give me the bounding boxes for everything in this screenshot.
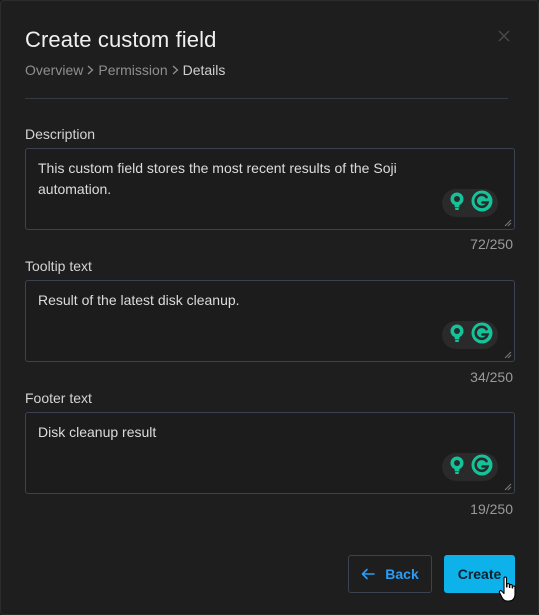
hand-pointer-icon [498, 576, 516, 602]
breadcrumb-item-overview[interactable]: Overview [25, 62, 83, 78]
footer-text-label: Footer text [25, 390, 92, 406]
tooltip-text-value[interactable]: Result of the latest disk cleanup. [38, 290, 442, 311]
tooltip-text-label: Tooltip text [25, 258, 92, 274]
grammarly-icon[interactable] [471, 322, 493, 349]
lightbulb-icon[interactable] [448, 191, 466, 216]
resize-handle-icon[interactable] [504, 483, 512, 491]
breadcrumb-item-details: Details [182, 62, 226, 78]
back-button[interactable]: Back [348, 555, 432, 593]
grammarly-icon[interactable] [471, 190, 493, 217]
grammarly-icon[interactable] [471, 454, 493, 481]
grammar-assistant-widget[interactable] [442, 453, 498, 481]
breadcrumb-item-permission[interactable]: Permission [98, 62, 167, 78]
footer-text-textarea[interactable]: Disk cleanup result [25, 412, 515, 494]
description-value[interactable]: This custom field stores the most recent… [38, 158, 442, 200]
description-char-counter: 72/250 [470, 236, 513, 252]
description-label: Description [25, 126, 96, 142]
resize-handle-icon[interactable] [504, 219, 512, 227]
tooltip-text-char-counter: 34/250 [470, 369, 513, 385]
grammar-assistant-widget[interactable] [442, 189, 498, 217]
chevron-right-icon [87, 63, 94, 78]
back-button-label: Back [385, 566, 419, 582]
create-button-label: Create [457, 566, 502, 582]
grammar-assistant-widget[interactable] [442, 321, 498, 349]
footer-text-char-counter: 19/250 [470, 501, 513, 517]
arrow-left-icon [361, 568, 376, 580]
footer-text-value[interactable]: Disk cleanup result [38, 422, 442, 443]
close-icon[interactable] [495, 27, 513, 45]
breadcrumb: Overview Permission Details [25, 62, 225, 78]
divider [25, 98, 508, 99]
resize-handle-icon[interactable] [504, 351, 512, 359]
tooltip-text-textarea[interactable]: Result of the latest disk cleanup. [25, 280, 515, 362]
lightbulb-icon[interactable] [448, 455, 466, 480]
chevron-right-icon [172, 63, 179, 78]
create-custom-field-dialog: Create custom field Overview Permission … [0, 0, 539, 615]
description-textarea[interactable]: This custom field stores the most recent… [25, 148, 515, 230]
lightbulb-icon[interactable] [448, 323, 466, 348]
dialog-title: Create custom field [25, 27, 217, 52]
